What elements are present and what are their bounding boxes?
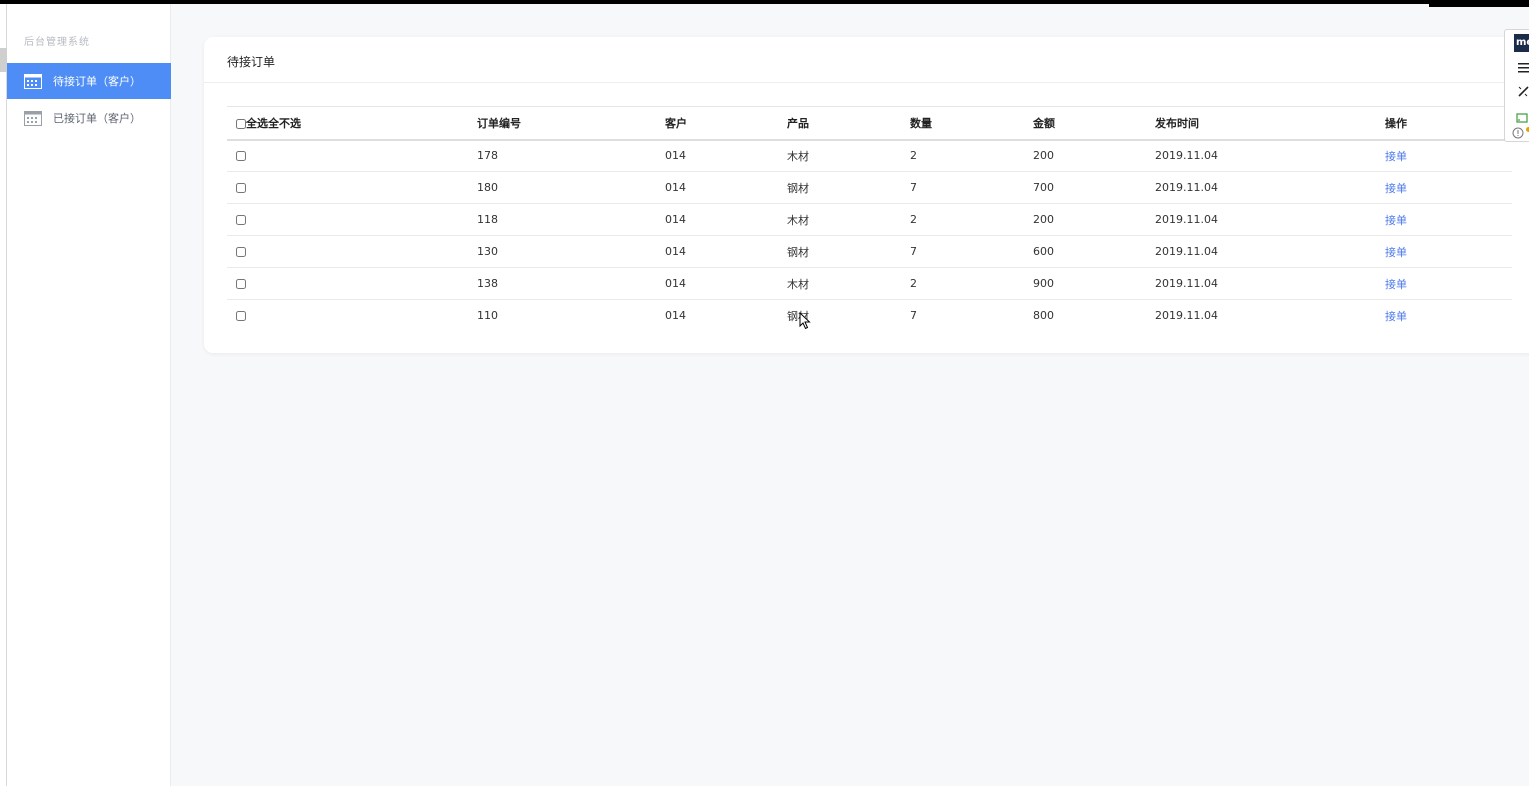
sidebar: 后台管理系统 待接订单（客户） 已接订单（客户） xyxy=(7,4,171,786)
top-bar xyxy=(0,0,1529,4)
quantity-cell: 7 xyxy=(910,235,1033,268)
order-no-cell: 138 xyxy=(477,267,665,300)
table-row: 118 014 木材 2 200 2019.11.04 接单 xyxy=(227,203,1512,236)
select-all-checkbox[interactable] xyxy=(236,118,246,129)
magic-wand-icon[interactable] xyxy=(1516,83,1529,97)
amount-cell: 900 xyxy=(1033,267,1155,300)
calendar-icon xyxy=(24,73,42,89)
sidebar-item-pending-orders[interactable]: 待接订单（客户） xyxy=(7,63,171,99)
cast-icon[interactable] xyxy=(1516,108,1528,123)
row-checkbox[interactable] xyxy=(236,183,246,193)
customer-cell: 014 xyxy=(665,309,686,323)
customer-cell: 014 xyxy=(665,203,787,236)
left-edge-notch xyxy=(0,48,7,72)
table-row: 110 014 钢材 7 800 2019.11.04 接单 xyxy=(227,300,1512,332)
quantity-cell: 7 xyxy=(910,171,1033,204)
order-no-cell: 178 xyxy=(477,139,665,172)
orders-table: 全选全不选 订单编号 客户 产品 数量 金额 发布时间 操作 178 014 木… xyxy=(227,106,1512,332)
amount-cell: 700 xyxy=(1033,171,1155,204)
page-title: 待接订单 xyxy=(227,55,276,69)
accept-order-link[interactable]: 接单 xyxy=(1385,150,1407,163)
row-checkbox[interactable] xyxy=(236,247,246,257)
customer-cell: 014 xyxy=(665,235,787,268)
customer-cell: 014 xyxy=(665,139,787,172)
accept-order-link[interactable]: 接单 xyxy=(1385,278,1407,291)
amount-cell: 800 xyxy=(1033,309,1054,323)
accept-order-link[interactable]: 接单 xyxy=(1385,246,1407,259)
amount-cell: 200 xyxy=(1033,203,1155,236)
table-row: 130 014 钢材 7 600 2019.11.04 接单 xyxy=(227,235,1512,268)
header-order-no: 订单编号 xyxy=(477,106,665,141)
header-action: 操作 xyxy=(1385,106,1512,141)
select-all-label: 全选全不选 xyxy=(246,116,301,130)
orders-card: 待接订单 全选全不选 订单编号 客户 产品 数量 金额 发布时间 操作 178 … xyxy=(204,37,1529,353)
header-quantity: 数量 xyxy=(910,106,1033,141)
info-icon[interactable] xyxy=(1512,124,1524,139)
table-row: 180 014 钢材 7 700 2019.11.04 接单 xyxy=(227,171,1512,204)
customer-cell: 014 xyxy=(665,267,787,300)
sidebar-item-label: 已接订单（客户） xyxy=(53,112,141,125)
accept-order-link[interactable]: 接单 xyxy=(1385,214,1407,227)
header-amount: 金额 xyxy=(1033,106,1155,141)
row-checkbox[interactable] xyxy=(236,215,246,225)
row-checkbox[interactable] xyxy=(236,279,246,289)
accept-order-link[interactable]: 接单 xyxy=(1385,182,1407,195)
table-row: 178 014 木材 2 200 2019.11.04 接单 xyxy=(227,139,1512,172)
menu-icon[interactable] xyxy=(1516,60,1529,74)
header-date: 发布时间 xyxy=(1155,106,1385,141)
amount-cell: 600 xyxy=(1033,235,1155,268)
order-no-cell: 180 xyxy=(477,171,665,204)
extension-logo[interactable]: me xyxy=(1514,34,1529,52)
order-no-cell: 130 xyxy=(477,235,665,268)
header-product: 产品 xyxy=(787,106,910,141)
table-header-row: 全选全不选 订单编号 客户 产品 数量 金额 发布时间 操作 xyxy=(227,106,1512,141)
quantity-cell: 2 xyxy=(910,267,1033,300)
customer-cell: 014 xyxy=(665,171,787,204)
row-checkbox[interactable] xyxy=(236,311,246,322)
date-cell: 2019.11.04 xyxy=(1155,309,1218,323)
product-cell: 钢材 xyxy=(787,235,910,268)
accept-order-link[interactable]: 接单 xyxy=(1385,310,1407,323)
product-cell: 木材 xyxy=(787,139,910,172)
date-cell: 2019.11.04 xyxy=(1155,171,1385,204)
sidebar-item-label: 待接订单（客户） xyxy=(53,75,141,88)
date-cell: 2019.11.04 xyxy=(1155,203,1385,236)
product-cell: 钢材 xyxy=(787,309,809,323)
table-row: 138 014 木材 2 900 2019.11.04 接单 xyxy=(227,267,1512,300)
card-header: 待接订单 xyxy=(204,37,1529,83)
date-cell: 2019.11.04 xyxy=(1155,235,1385,268)
calendar-icon xyxy=(24,110,42,126)
product-cell: 木材 xyxy=(787,203,910,236)
header-customer: 客户 xyxy=(665,106,787,141)
product-cell: 木材 xyxy=(787,267,910,300)
order-no-cell: 110 xyxy=(477,309,498,323)
sidebar-title: 后台管理系统 xyxy=(24,37,90,48)
quantity-cell: 2 xyxy=(910,203,1033,236)
order-no-cell: 118 xyxy=(477,203,665,236)
row-checkbox[interactable] xyxy=(236,151,246,162)
extension-widget: me xyxy=(1504,29,1529,142)
date-cell: 2019.11.04 xyxy=(1155,139,1385,172)
quantity-cell: 7 xyxy=(910,309,917,323)
top-bar-right xyxy=(1429,0,1529,7)
date-cell: 2019.11.04 xyxy=(1155,267,1385,300)
quantity-cell: 2 xyxy=(910,139,1033,172)
header-select-all: 全选全不选 xyxy=(227,106,477,141)
product-cell: 钢材 xyxy=(787,171,910,204)
sidebar-item-accepted-orders[interactable]: 已接订单（客户） xyxy=(7,100,171,136)
left-edge-strip xyxy=(0,4,7,786)
amount-cell: 200 xyxy=(1033,139,1155,172)
